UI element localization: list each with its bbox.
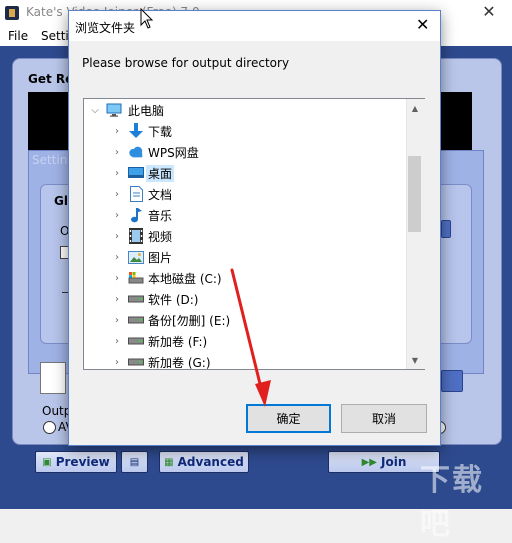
- file-list-box[interactable]: [40, 362, 66, 394]
- chevron-right-icon[interactable]: ›: [112, 147, 122, 158]
- tree-item-pictures[interactable]: › 图片: [84, 247, 406, 267]
- chevron-right-icon[interactable]: ›: [112, 126, 122, 137]
- tree-item-this-pc[interactable]: ⌵ 此电脑: [84, 100, 406, 120]
- chevron-right-icon[interactable]: ›: [112, 294, 122, 305]
- document-icon: [128, 186, 144, 202]
- scroll-up-icon[interactable]: ▲: [406, 100, 424, 117]
- tree-item-videos[interactable]: › 视频: [84, 226, 406, 246]
- settings-group-label: Gl: [54, 194, 68, 208]
- tree-item-label: 桌面: [146, 164, 175, 182]
- menu-file[interactable]: File: [8, 29, 28, 43]
- chevron-right-icon[interactable]: ›: [112, 336, 122, 347]
- film-icon: ▣: [42, 456, 52, 468]
- computer-icon: [106, 102, 122, 118]
- watermark-logo: 下载吧: [420, 463, 484, 542]
- storyboard-button[interactable]: ▤: [121, 451, 148, 473]
- tree-item-drive-f[interactable]: › 新加卷 (F:): [84, 331, 406, 351]
- app-logo-icon: [5, 6, 19, 20]
- tree-item-desktop[interactable]: › 桌面: [84, 163, 406, 183]
- tree-item-label: 新加卷 (F:): [148, 334, 208, 349]
- chevron-right-icon[interactable]: ›: [112, 210, 122, 221]
- chevron-right-icon[interactable]: ›: [112, 357, 122, 368]
- preview-button[interactable]: ▣ Preview: [35, 451, 117, 473]
- chevron-right-icon[interactable]: ›: [112, 273, 122, 284]
- output-radio-avi[interactable]: [43, 421, 56, 434]
- chevron-down-icon[interactable]: ⌵: [90, 105, 100, 116]
- dialog-close-icon[interactable]: ✕: [416, 15, 429, 34]
- drive-icon: [128, 291, 144, 307]
- video-icon: [128, 228, 144, 244]
- tree-item-label: WPS网盘: [148, 145, 199, 160]
- play-forward-icon: ▶▶: [361, 456, 377, 468]
- preview-button-label: Preview: [55, 455, 110, 469]
- drive-icon: [128, 312, 144, 328]
- settings-icon: ▦: [164, 456, 174, 468]
- mouse-cursor-icon: [140, 8, 154, 29]
- tree-item-music[interactable]: › 音乐: [84, 205, 406, 225]
- dialog-title: 浏览文件夹: [75, 21, 136, 35]
- join-button-label: Join: [381, 455, 407, 469]
- tree-item-label: 软件 (D:): [148, 292, 199, 307]
- tree-item-drive-d[interactable]: › 软件 (D:): [84, 289, 406, 309]
- download-icon: [128, 123, 144, 139]
- tree-item-label: 备份[勿删] (E:): [148, 313, 231, 328]
- dialog-instruction: Please browse for output directory: [82, 56, 290, 70]
- tree-item-drive-g[interactable]: › 新加卷 (G:): [84, 352, 406, 370]
- chevron-right-icon[interactable]: ›: [112, 315, 122, 326]
- panel-title: Get Re: [28, 72, 74, 86]
- settings-side-button-2[interactable]: [441, 370, 463, 392]
- folder-tree[interactable]: ⌵ 此电脑 › 下载 › WPS网盘 › 桌面 › 文档 › 音乐 › 视频 ›…: [83, 98, 425, 370]
- desktop-icon: [128, 165, 144, 181]
- tree-item-downloads[interactable]: › 下载: [84, 121, 406, 141]
- chevron-right-icon[interactable]: ›: [112, 231, 122, 242]
- tree-item-drive-e[interactable]: › 备份[勿删] (E:): [84, 310, 406, 330]
- picture-icon: [128, 249, 144, 265]
- tree-item-documents[interactable]: › 文档: [84, 184, 406, 204]
- advanced-button[interactable]: ▦ Advanced: [159, 451, 249, 473]
- tree-item-drive-c[interactable]: › 本地磁盘 (C:): [84, 268, 406, 288]
- advanced-button-label: Advanced: [177, 455, 244, 469]
- tree-item-label: 图片: [148, 250, 173, 265]
- main-close-icon[interactable]: ✕: [478, 2, 500, 22]
- filmstrip-icon: ▤: [129, 456, 140, 468]
- tree-item-label: 下载: [148, 124, 173, 139]
- drive-icon: [128, 333, 144, 349]
- cloud-icon: [128, 144, 144, 160]
- settings-side-button[interactable]: [441, 220, 451, 238]
- tree-item-label: 视频: [148, 229, 173, 244]
- tree-scrollbar[interactable]: [406, 99, 425, 369]
- tree-item-label: 音乐: [148, 208, 173, 223]
- scroll-down-icon[interactable]: ▼: [406, 352, 424, 369]
- tree-item-label: 本地磁盘 (C:): [148, 271, 222, 286]
- cancel-button[interactable]: 取消: [341, 404, 427, 433]
- chevron-right-icon[interactable]: ›: [112, 252, 122, 263]
- scrollbar-thumb[interactable]: [408, 156, 421, 232]
- chevron-right-icon[interactable]: ›: [112, 189, 122, 200]
- tree-item-label: 文档: [148, 187, 173, 202]
- music-icon: [128, 207, 144, 223]
- drive-icon: [128, 354, 144, 369]
- chevron-right-icon[interactable]: ›: [112, 168, 122, 179]
- system-drive-icon: [128, 270, 144, 286]
- ok-button[interactable]: 确定: [246, 404, 331, 433]
- tree-item-wps-cloud[interactable]: › WPS网盘: [84, 142, 406, 162]
- tree-item-label: 此电脑: [128, 103, 165, 118]
- tree-item-label: 新加卷 (G:): [148, 355, 211, 370]
